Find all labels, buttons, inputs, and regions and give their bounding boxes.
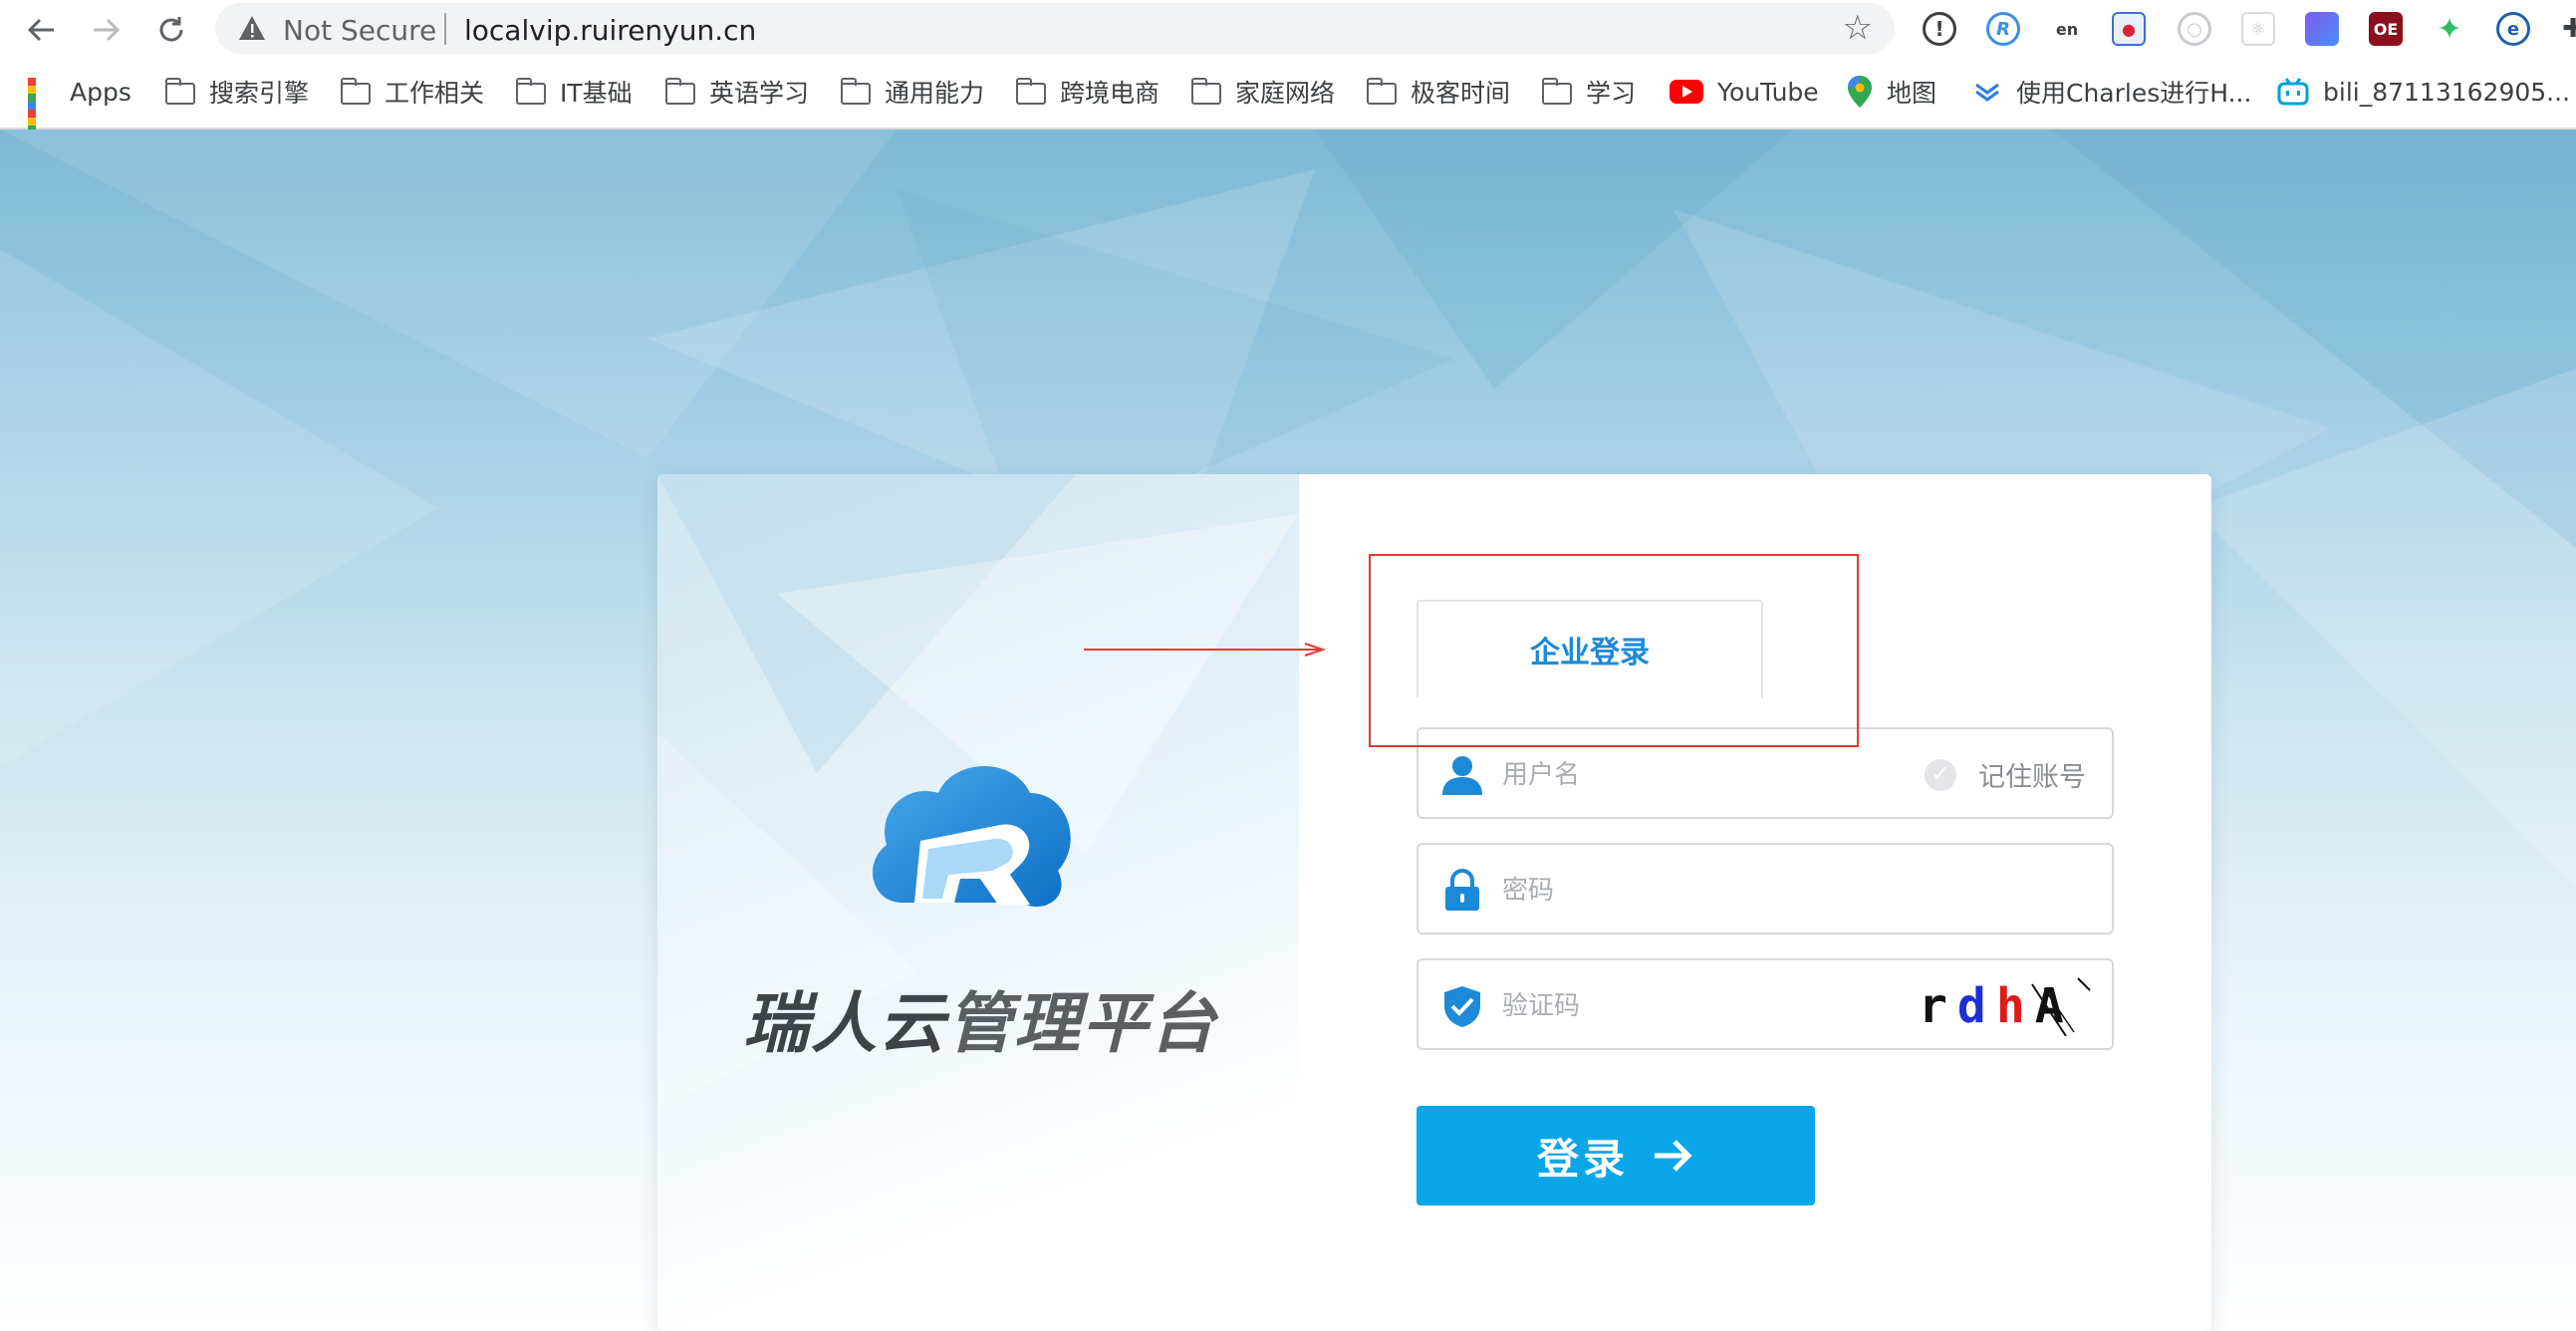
password-manager-icon[interactable]: !	[1923, 12, 1956, 46]
captcha-image[interactable]: rdhA	[1915, 974, 2094, 1036]
bookmark-folder-study[interactable]: 学习	[1541, 74, 1637, 110]
browser-toolbar: Not Secure localvip.ruirenyun.cn ☆ ! R e…	[0, 0, 2576, 58]
bookmark-label: YouTube	[1717, 77, 1819, 107]
bookmark-maps[interactable]: 地图	[1847, 74, 1936, 110]
reload-button[interactable]	[151, 10, 191, 50]
bookmark-label: 家庭网络	[1235, 79, 1336, 108]
folder-icon	[340, 78, 371, 105]
bookmark-label: 地图	[1887, 79, 1937, 108]
bookmark-folder-ecommerce[interactable]: 跨境电商	[1015, 74, 1160, 110]
folder-icon	[840, 78, 871, 105]
gradient-extension-icon[interactable]	[2305, 12, 2339, 46]
remember-label: 记住账号	[1978, 762, 2086, 793]
bookmark-folder-it-basics[interactable]: IT基础	[515, 74, 633, 110]
bookmark-folder-search-engines[interactable]: 搜索引擎	[164, 74, 310, 110]
bookmark-star-icon[interactable]: ☆	[1843, 11, 1873, 45]
folder-icon	[1366, 78, 1397, 105]
bookmark-label: Apps	[70, 77, 131, 107]
login-button[interactable]: 登录	[1417, 1106, 1815, 1205]
bookmark-bilibili[interactable]: bili_87113162905...	[2277, 74, 2570, 110]
profile-extension-icon[interactable]: ●	[2112, 12, 2146, 46]
back-button[interactable]	[22, 10, 62, 50]
security-label[interactable]: Not Secure	[283, 14, 436, 47]
annotation-arrow-icon	[1084, 643, 1327, 657]
bookmark-charles[interactable]: 使用Charles进行H...	[1972, 74, 2251, 110]
bookmark-folder-work[interactable]: 工作相关	[340, 74, 485, 110]
puzzle-extensions-icon[interactable]: ✚	[2556, 12, 2576, 46]
folder-icon	[164, 78, 195, 105]
annotation-highlight-box	[1369, 554, 1859, 747]
evernote-icon[interactable]: ✦	[2433, 12, 2466, 47]
captcha-input[interactable]	[1500, 980, 1883, 1032]
charles-icon	[1975, 83, 1999, 102]
ie-extension-icon[interactable]: e	[2496, 12, 2530, 46]
warning-triangle-icon	[239, 16, 265, 40]
user-icon	[1442, 756, 1482, 795]
captcha-char: r	[1919, 978, 1957, 1034]
oe-extension-icon[interactable]: OE	[2369, 12, 2403, 46]
address-bar[interactable]: Not Secure localvip.ruirenyun.cn ☆	[215, 3, 1895, 54]
forward-arrow-icon	[94, 18, 121, 42]
arrow-right-icon	[1655, 1140, 1692, 1172]
remember-account-toggle[interactable]: ✓ 记住账号	[1925, 755, 2086, 794]
translate-extension-icon[interactable]: en	[2050, 12, 2084, 46]
bookmark-folder-english[interactable]: 英语学习	[664, 74, 810, 110]
brand-name: 瑞人云管理平台	[743, 970, 1221, 1066]
bookmark-label: IT基础	[560, 79, 633, 108]
r-extension-icon[interactable]: R	[1986, 12, 2020, 46]
bookmark-youtube[interactable]: YouTube	[1670, 74, 1819, 110]
screenshot-extension-icon[interactable]: ○	[2178, 12, 2211, 46]
shield-check-icon	[1444, 986, 1480, 1027]
ruirenyun-logo-icon	[873, 765, 1071, 908]
login-button-label: 登录	[1536, 1134, 1629, 1184]
folder-icon	[1541, 78, 1572, 105]
username-input[interactable]	[1500, 749, 1883, 801]
bookmark-label: 搜索引擎	[209, 79, 310, 108]
react-extension-icon[interactable]: ⚛	[2241, 12, 2275, 46]
captcha-text: rdhA	[1919, 978, 2074, 1034]
brand-name-bold: 瑞人云	[743, 985, 946, 1062]
password-field[interactable]	[1417, 843, 2114, 934]
bookmarks-bar: Apps 搜索引擎 工作相关 IT基础 英语学习 通用能力 跨境电商 家庭网络 …	[0, 58, 2576, 149]
bookmark-label: 英语学习	[709, 79, 810, 108]
folder-icon	[664, 78, 695, 105]
bilibili-icon	[2277, 78, 2309, 106]
bookmark-label: 使用Charles进行H...	[2016, 79, 2252, 108]
apps-grid-icon	[28, 78, 56, 149]
folder-icon	[1190, 78, 1221, 105]
url-text[interactable]: localvip.ruirenyun.cn	[464, 14, 756, 47]
forward-button[interactable]	[86, 10, 126, 50]
maps-pin-icon	[1848, 76, 1872, 108]
password-input[interactable]	[1500, 865, 1883, 917]
bookmark-folder-home-network[interactable]: 家庭网络	[1190, 74, 1336, 110]
omnibox-divider	[444, 13, 446, 45]
bookmark-label: 学习	[1586, 79, 1637, 108]
login-page: 瑞人云管理平台 企业登录 ✓ 记住账号	[0, 130, 2576, 1331]
captcha-char: h	[1995, 978, 2035, 1034]
bookmark-label: 极客时间	[1411, 79, 1511, 108]
brand-name-light: 管理平台	[946, 985, 1217, 1062]
bookmark-folder-geektime[interactable]: 极客时间	[1366, 74, 1511, 110]
back-arrow-icon	[27, 18, 54, 42]
captcha-char: A	[2034, 978, 2074, 1034]
brand-panel: 瑞人云管理平台	[657, 474, 1299, 1331]
lock-icon	[1445, 869, 1479, 911]
check-circle-icon: ✓	[1925, 758, 1956, 791]
folder-icon	[515, 78, 546, 105]
captcha-char: d	[1956, 978, 1996, 1034]
captcha-field[interactable]: rdhA	[1417, 958, 2114, 1050]
reload-icon	[159, 17, 183, 42]
folder-icon	[1015, 78, 1046, 105]
youtube-icon	[1670, 80, 1703, 104]
bookmark-label: 工作相关	[385, 79, 485, 108]
bookmark-label: bili_87113162905...	[2323, 77, 2571, 107]
bookmark-folder-general[interactable]: 通用能力	[840, 74, 985, 110]
bookmark-apps[interactable]: Apps	[28, 74, 131, 149]
bookmark-label: 跨境电商	[1060, 79, 1160, 108]
bookmark-label: 通用能力	[885, 79, 985, 108]
